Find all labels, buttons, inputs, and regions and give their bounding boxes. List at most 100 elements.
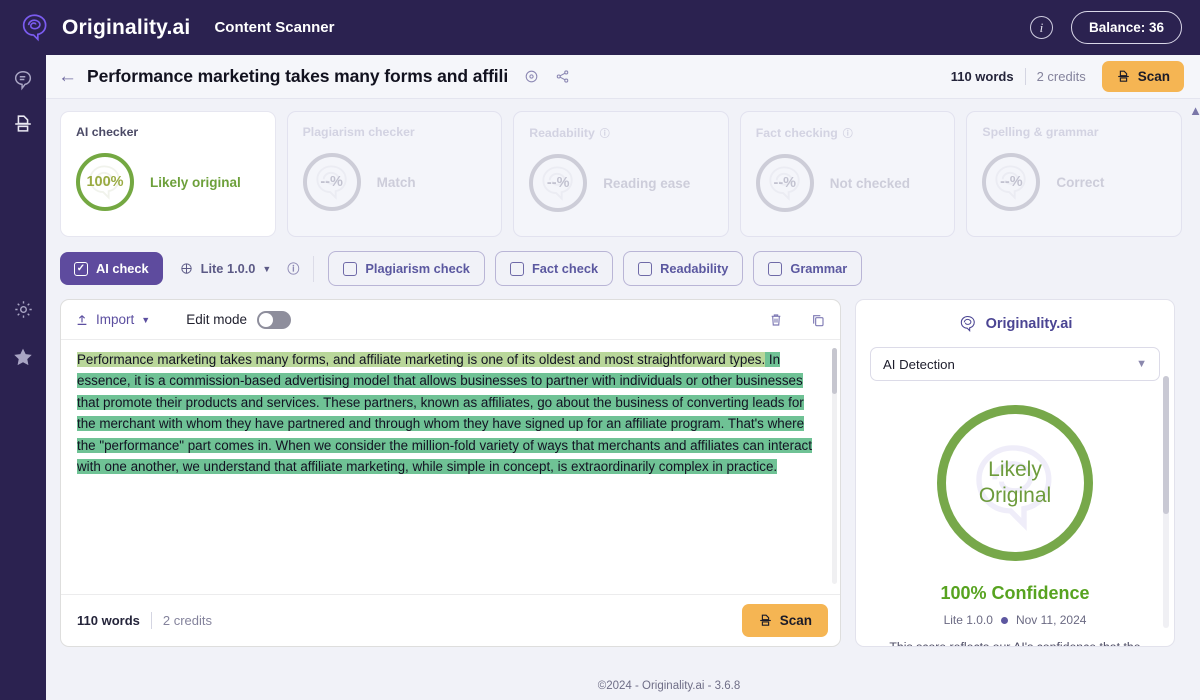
arrow-left-icon[interactable]: ← (58, 67, 77, 86)
scan-button-label: Scan (1138, 69, 1170, 84)
chip-grammar[interactable]: Grammar (753, 251, 862, 286)
editor-text-area[interactable]: Performance marketing takes many forms, … (61, 340, 840, 594)
model-label: Lite 1.0.0 (201, 261, 256, 276)
scrollbar-thumb[interactable] (1163, 376, 1169, 514)
scan-button[interactable]: Scan (1102, 61, 1184, 92)
sidebar-item-favorites[interactable] (10, 344, 36, 370)
checkbox-icon (638, 262, 652, 276)
result-ring-text: Likely Original (979, 457, 1051, 509)
gear-icon (13, 299, 34, 320)
sidebar-item-ai-scan[interactable] (10, 67, 36, 93)
checkbox-checked-icon: ✓ (74, 262, 88, 276)
page-content: ← Performance marketing takes many forms… (46, 55, 1200, 700)
card-title-text: Fact checking (756, 126, 838, 140)
card-title: AI checker (76, 125, 260, 139)
sidebar-item-settings[interactable] (10, 296, 36, 322)
score-ring: --% (756, 154, 814, 212)
ai-check-chip[interactable]: ✓ AI check (60, 252, 163, 285)
check-options-bar: ✓ AI check Lite 1.0.0 ▼ ⓘ Plagiarism che… (46, 237, 1200, 286)
balance-badge[interactable]: Balance: 36 (1071, 11, 1182, 44)
target-icon-svg (524, 69, 539, 84)
toggle-knob (259, 313, 273, 327)
card-plagiarism-checker[interactable]: Plagiarism checker --% Match (287, 111, 503, 237)
divider (313, 256, 314, 282)
card-title: Readability ⓘ (529, 125, 713, 140)
card-status-label: Correct (1056, 175, 1104, 190)
score-value: 100% (86, 174, 123, 190)
divider (1025, 68, 1026, 85)
edit-mode-control: Edit mode (186, 311, 291, 329)
word-count: 110 words (951, 69, 1014, 84)
import-label: Import (96, 312, 134, 327)
chip-label: Grammar (790, 261, 847, 276)
detection-type-select[interactable]: AI Detection ▼ (870, 347, 1160, 381)
credit-count: 2 credits (1037, 69, 1086, 84)
document-scan-icon (12, 113, 34, 135)
model-brain-icon (179, 261, 194, 276)
chevron-down-icon[interactable]: ▼ (141, 315, 150, 325)
edit-mode-label: Edit mode (186, 312, 247, 327)
scrollbar-thumb[interactable] (832, 348, 837, 394)
chip-readability[interactable]: Readability (623, 251, 743, 286)
upload-icon (75, 313, 89, 327)
result-line-2: Original (979, 483, 1051, 509)
card-title-text: Spelling & grammar (982, 125, 1098, 139)
results-scrollbar[interactable] (1163, 376, 1169, 628)
result-meta: Lite 1.0.0 Nov 11, 2024 (870, 613, 1160, 627)
document-text: Performance marketing takes many forms, … (77, 349, 819, 477)
info-circle-icon[interactable]: i (1030, 16, 1053, 39)
results-brand-label: Originality.ai (986, 316, 1073, 332)
score-ring: --% (303, 153, 361, 211)
checkbox-icon (768, 262, 782, 276)
copy-icon[interactable] (810, 312, 826, 328)
copy-icon-svg (810, 312, 826, 328)
share-icon-svg (555, 69, 570, 84)
result-model-version: Lite 1.0.0 (944, 613, 993, 627)
chip-label: Fact check (532, 261, 598, 276)
editor-scrollbar[interactable] (832, 348, 837, 584)
card-fact-checking[interactable]: Fact checking ⓘ --% Not checked (740, 111, 956, 237)
editor-scan-button[interactable]: Scan (742, 604, 828, 637)
checkbox-icon (343, 262, 357, 276)
chip-label: Readability (660, 261, 728, 276)
main-split: Import ▼ Edit mode (46, 286, 1200, 647)
trash-icon[interactable] (768, 312, 784, 328)
score-value: --% (774, 175, 797, 191)
brand-logo-icon (18, 11, 52, 45)
target-icon[interactable] (524, 69, 539, 84)
chevron-down-icon[interactable]: ▼ (262, 264, 271, 274)
page-title: Performance marketing takes many forms a… (87, 66, 508, 87)
result-ring: Likely Original (937, 405, 1093, 561)
chevron-up-icon[interactable]: ▲ (1189, 103, 1200, 118)
info-circle-icon[interactable]: ⓘ (287, 260, 299, 277)
edit-mode-toggle[interactable] (257, 311, 291, 329)
card-title-text: AI checker (76, 125, 138, 139)
chip-fact-check[interactable]: Fact check (495, 251, 613, 286)
card-readability[interactable]: Readability ⓘ --% Reading ease (513, 111, 729, 237)
sidebar-item-content-scanner[interactable] (10, 111, 36, 137)
card-spelling-grammar[interactable]: Spelling & grammar --% Correct (966, 111, 1182, 237)
model-selector[interactable]: Lite 1.0.0 ▼ ⓘ (179, 260, 300, 277)
chevron-down-icon[interactable]: ▼ (1136, 358, 1147, 370)
left-sidebar (0, 55, 46, 700)
brain-scan-icon (12, 69, 34, 91)
divider (151, 612, 152, 629)
card-ai-checker[interactable]: AI checker 100% Likely original (60, 111, 276, 237)
share-icon[interactable] (555, 69, 570, 84)
info-circle-icon[interactable]: ⓘ (843, 125, 853, 140)
scan-icon (1116, 69, 1131, 84)
result-line-1: Likely (979, 457, 1051, 483)
card-title-text: Readability (529, 126, 595, 140)
results-brand: Originality.ai (870, 314, 1160, 334)
brain-logo-icon (958, 314, 978, 334)
import-button[interactable]: Import ▼ (75, 312, 150, 327)
editor-credit-count: 2 credits (163, 613, 212, 628)
chip-plagiarism-check[interactable]: Plagiarism check (328, 251, 485, 286)
checkbox-icon (510, 262, 524, 276)
editor-panel: Import ▼ Edit mode (60, 299, 841, 647)
brand-name: Originality.ai (62, 16, 190, 40)
confidence-label: 100% Confidence (870, 583, 1160, 604)
star-icon (12, 346, 34, 368)
info-circle-icon[interactable]: ⓘ (600, 125, 610, 140)
card-status-label: Match (377, 175, 416, 190)
